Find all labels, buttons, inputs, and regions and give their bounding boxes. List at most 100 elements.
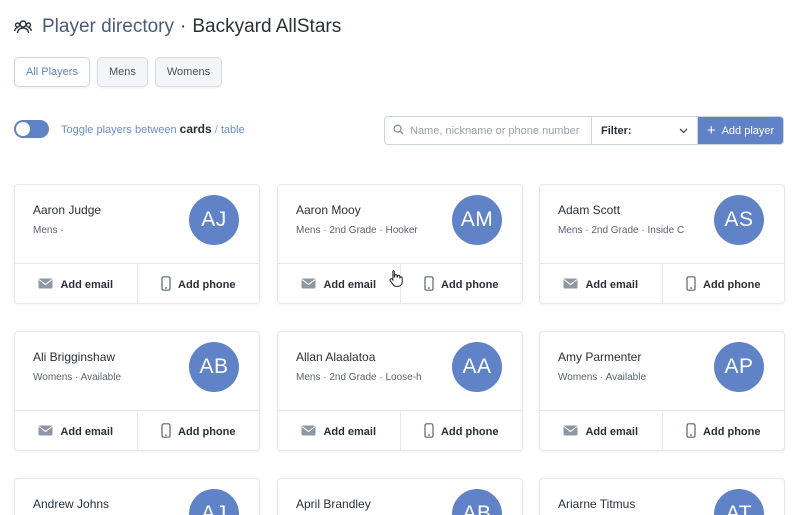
avatar[interactable]: AS [714,195,764,245]
player-card[interactable]: Ali Brigginshaw Womens · Available AB Add e… [14,331,260,451]
add-phone-label: Add phone [703,278,761,291]
add-email-button[interactable]: Add email [540,411,662,450]
add-email-button[interactable]: Add email [278,411,400,450]
view-toggle-label: Toggle players between cards / table [61,122,245,136]
add-phone-button[interactable]: Add phone [399,411,523,450]
add-player-button[interactable]: + Add player [698,117,783,144]
envelope-icon [38,425,53,439]
player-info: Aaron Judge Mens · [33,203,193,236]
search-box[interactable] [385,117,592,144]
avatar[interactable]: AJ [189,489,239,515]
player-info: Adam Scott Mens · 2nd Grade · Inside C [558,203,718,236]
add-email-button[interactable]: Add email [15,264,137,303]
add-email-label: Add email [323,425,377,438]
add-phone-button[interactable]: Add phone [399,264,523,303]
avatar[interactable]: AJ [189,195,239,245]
player-name[interactable]: Ariarne Titmus [558,497,718,511]
player-filter-tabs: All Players Mens Womens [14,57,223,87]
search-icon [393,122,404,140]
player-name[interactable]: Aaron Judge [33,203,193,217]
add-email-label: Add email [585,278,639,291]
card-actions: Add email Add phone [15,263,260,303]
add-email-label: Add email [60,425,114,438]
tab-all-players[interactable]: All Players [14,57,90,87]
add-phone-label: Add phone [178,425,236,438]
page-title: Player directory [42,16,174,37]
player-meta: Womens · Available [558,372,647,383]
player-name[interactable]: Andrew Johns [33,497,193,511]
add-player-label: Add player [721,124,775,137]
player-card[interactable]: Ariarne TitmusATAdd emailAdd phone [539,478,785,515]
player-info: Ariarne Titmus [558,497,718,515]
player-card[interactable]: Andrew JohnsAJAdd emailAdd phone [14,478,260,515]
avatar[interactable]: AM [452,195,502,245]
player-name[interactable]: Allan Alaalatoa [296,350,456,364]
add-phone-button[interactable]: Add phone [661,264,785,303]
add-phone-button[interactable]: Add phone [136,264,260,303]
add-email-label: Add email [60,278,114,291]
toggle-option-cards[interactable]: cards [180,122,212,136]
add-phone-button[interactable]: Add phone [136,411,260,450]
search-input[interactable] [410,124,580,137]
page-header: Player directory · Backyard AllStars [14,13,341,41]
people-icon [14,17,34,37]
avatar[interactable]: AP [714,342,764,392]
card-actions: Add email Add phone [540,410,785,450]
player-name[interactable]: Ali Brigginshaw [33,350,193,364]
avatar[interactable]: AT [714,489,764,515]
player-info: Amy Parmenter Womens · Available [558,350,718,383]
add-phone-button[interactable]: Add phone [661,411,785,450]
player-info: Ali Brigginshaw Womens · Available [33,350,193,383]
envelope-icon [563,425,578,439]
player-info: Aaron Mooy Mens · 2nd Grade · Hooker [296,203,456,236]
player-card[interactable]: Aaron Judge Mens · AJ Add email Add phone [14,184,260,304]
add-phone-label: Add phone [441,425,499,438]
add-email-button[interactable]: Add email [15,411,137,450]
add-phone-label: Add phone [703,425,761,438]
envelope-icon [563,278,578,292]
directory-toolbar: Filter: + Add player [384,116,784,145]
title-separator: · [180,16,187,37]
hand-cursor-icon [389,269,403,287]
player-card[interactable]: Adam Scott Mens · 2nd Grade · Inside C AS A… [539,184,785,304]
add-email-button[interactable]: Add email [540,264,662,303]
phone-icon [161,275,171,294]
player-info: Allan Alaalatoa Mens · 2nd Grade · Loose-… [296,350,456,383]
toggle-knob [16,122,30,136]
phone-icon [424,422,434,441]
avatar[interactable]: AA [452,342,502,392]
toggle-option-table[interactable]: table [221,124,245,136]
player-meta: Mens · 2nd Grade · Inside C [558,225,685,236]
phone-icon [686,275,696,294]
player-name[interactable]: April Brandley [296,497,456,511]
player-card[interactable]: April BrandleyABAdd emailAdd phone [277,478,523,515]
chevron-down-icon [679,125,688,137]
envelope-icon [301,425,316,439]
add-email-label: Add email [585,425,639,438]
envelope-icon [38,278,53,292]
player-meta: Mens · [33,225,64,236]
filter-select[interactable]: Filter: [592,117,698,144]
team-name: Backyard AllStars [192,16,342,37]
add-email-button[interactable]: Add email [278,264,400,303]
player-info: Andrew Johns [33,497,193,515]
add-email-label: Add email [323,278,377,291]
player-name[interactable]: Amy Parmenter [558,350,718,364]
player-card[interactable]: Amy Parmenter Womens · Available AP Add ema… [539,331,785,451]
player-name[interactable]: Aaron Mooy [296,203,456,217]
player-name[interactable]: Adam Scott [558,203,718,217]
player-meta: Womens · Available [33,372,122,383]
envelope-icon [301,278,316,292]
tab-mens[interactable]: Mens [96,57,148,87]
toggle-prefix: Toggle players between [61,124,180,136]
plus-icon: + [706,122,716,139]
card-actions: Add email Add phone [278,410,523,450]
avatar[interactable]: AB [452,489,502,515]
phone-icon [161,422,171,441]
tab-womens[interactable]: Womens [154,57,223,87]
player-card[interactable]: Allan Alaalatoa Mens · 2nd Grade · Loose-… [277,331,523,451]
player-meta: Mens · 2nd Grade · Loose-h [296,372,422,383]
view-toggle-switch[interactable] [14,120,49,138]
avatar[interactable]: AB [189,342,239,392]
player-info: April Brandley [296,497,456,515]
